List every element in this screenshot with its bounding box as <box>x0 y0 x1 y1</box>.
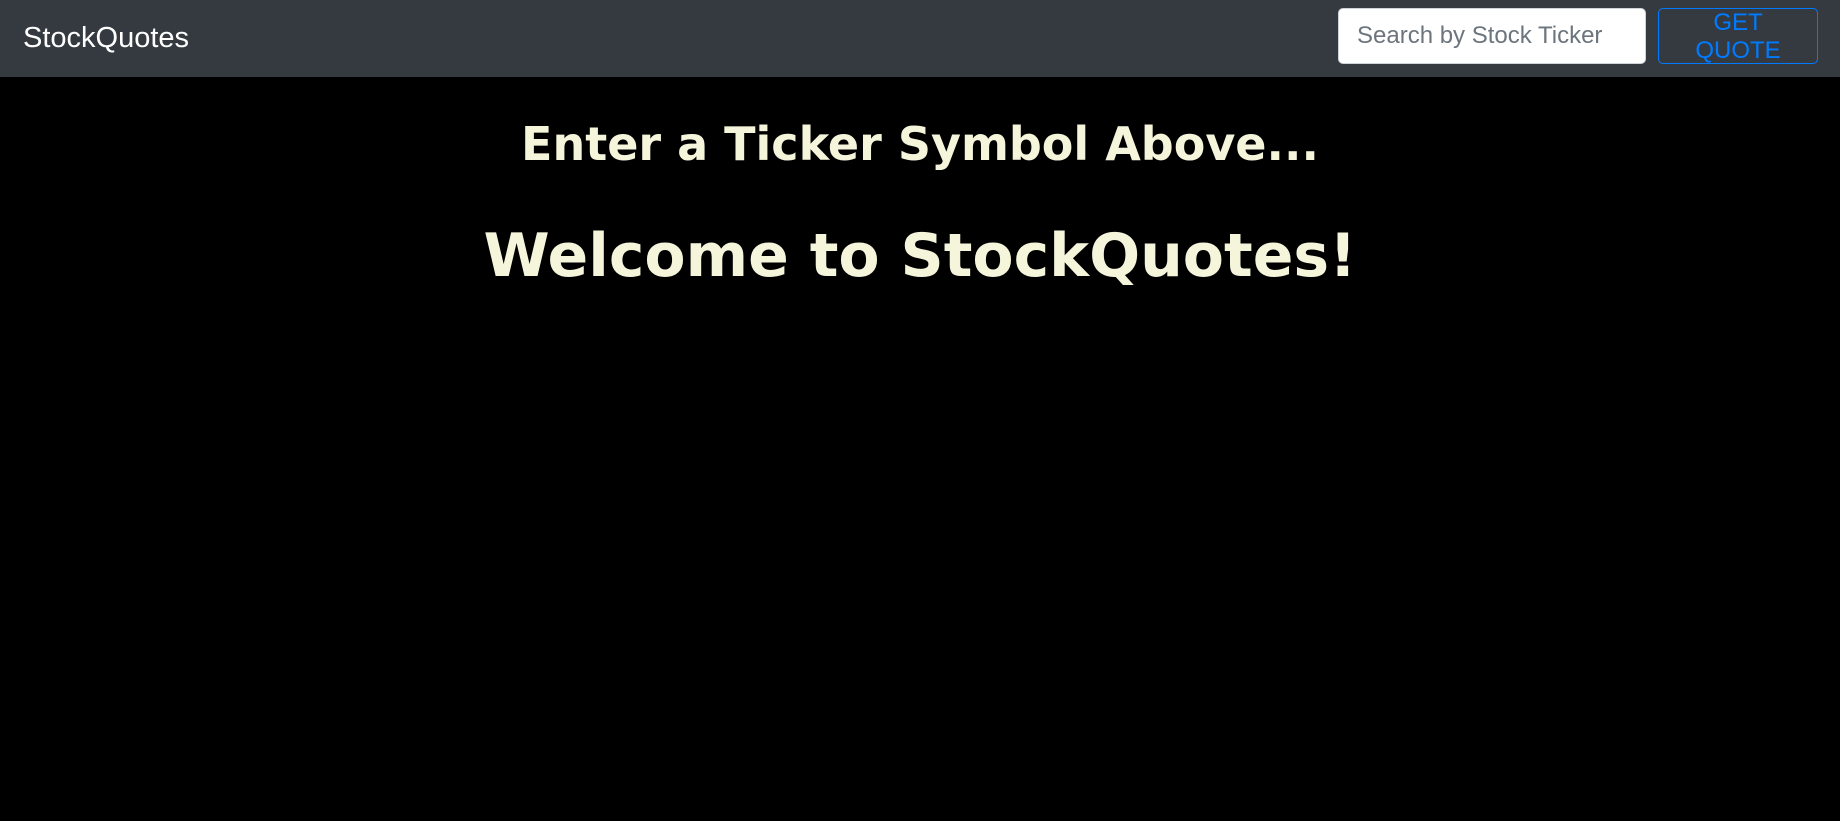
search-form: GET QUOTE <box>1338 8 1818 64</box>
get-quote-button[interactable]: GET QUOTE <box>1658 8 1818 64</box>
top-navbar: StockQuotes GET QUOTE <box>0 0 1840 77</box>
ticker-search-input[interactable] <box>1338 8 1646 64</box>
welcome-heading: Welcome to StockQuotes! <box>483 221 1357 291</box>
brand-link[interactable]: StockQuotes <box>23 18 189 58</box>
ticker-prompt-heading: Enter a Ticker Symbol Above... <box>521 117 1319 171</box>
